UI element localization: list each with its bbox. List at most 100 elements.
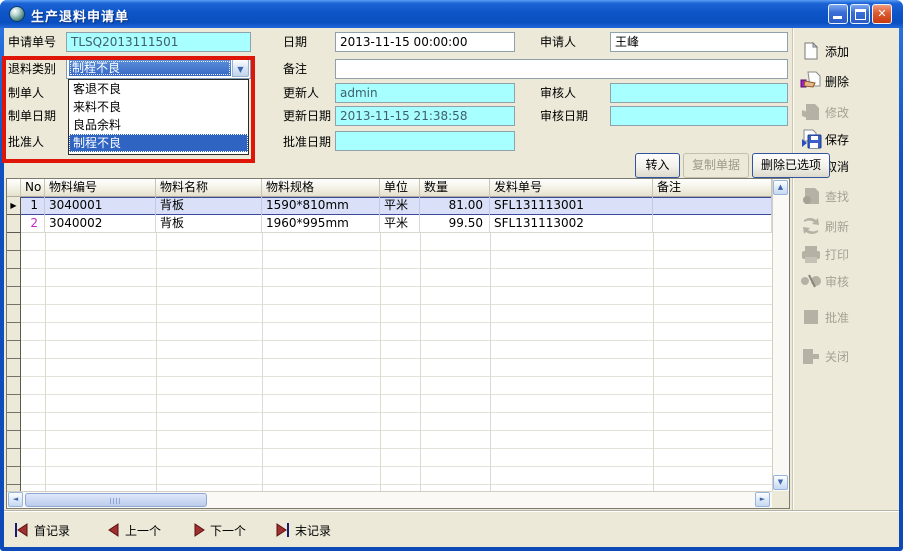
scroll-down-icon: ▼ [778, 478, 783, 486]
table-row-1[interactable]: ▶ 1 3040001 背板 1590*810mm 平米 81.00 SFL13… [7, 197, 772, 215]
sidebar-save-button[interactable]: 保存 [800, 128, 896, 150]
scroll-down-button[interactable]: ▼ [773, 475, 788, 490]
column-header-code[interactable]: 物料编号 [45, 179, 156, 197]
grid-line [262, 233, 263, 491]
scroll-up-button[interactable]: ▲ [773, 180, 788, 195]
column-header-no[interactable]: No [21, 179, 45, 197]
cell-issueno[interactable]: SFL131113002 [490, 215, 653, 233]
scroll-left-icon: ◄ [13, 495, 18, 503]
nav-prev-record-button[interactable]: 上一个 [108, 519, 161, 541]
cell-remark[interactable] [653, 197, 772, 215]
maximize-button[interactable] [850, 4, 870, 24]
cell-unit[interactable]: 平米 [380, 215, 420, 233]
column-header-selector [7, 179, 21, 197]
column-header-issueno[interactable]: 发料单号 [490, 179, 653, 197]
sidebar-save-label: 保存 [825, 131, 849, 148]
sidebar-delete-label: 删除 [825, 73, 849, 90]
prev-record-icon [108, 523, 120, 537]
column-header-spec[interactable]: 物料规格 [262, 179, 380, 197]
nav-next-record-button[interactable]: 下一个 [193, 519, 246, 541]
combo-dropdown-button[interactable]: ▼ [232, 59, 249, 77]
cell-name[interactable]: 背板 [156, 215, 262, 233]
transfer-button[interactable]: 转入 [635, 153, 680, 178]
column-header-qty[interactable]: 数量 [420, 179, 490, 197]
sidebar-print-label: 打印 [825, 246, 849, 263]
close-icon: ✕ [873, 7, 891, 20]
window-controls: ✕ [828, 4, 892, 24]
sidebar-add-label: 添加 [825, 43, 849, 60]
cell-no[interactable]: 1 [21, 197, 45, 215]
title-bar[interactable]: 生产退料申请单 ✕ [0, 0, 903, 28]
make-date-label: 制单日期 [8, 108, 56, 124]
add-document-icon [800, 41, 822, 61]
grid-line [380, 233, 381, 491]
last-record-icon [275, 523, 290, 537]
delete-hand-icon [800, 71, 822, 91]
scroll-left-button[interactable]: ◄ [8, 492, 23, 507]
date-field[interactable]: 2013-11-15 00:00:00 [335, 32, 515, 52]
items-table: No 物料编号 物料名称 物料规格 单位 数量 发料单号 备注 ▶ 1 3040… [6, 178, 790, 509]
delete-selected-button[interactable]: 删除已选项 [752, 153, 830, 178]
updater-field[interactable]: admin [335, 83, 515, 103]
column-header-unit[interactable]: 单位 [380, 179, 420, 197]
vertical-scrollbar[interactable]: ▲ ▼ [772, 179, 789, 491]
sidebar-add-button[interactable]: 添加 [800, 40, 896, 62]
cell-qty[interactable]: 99.50 [420, 215, 490, 233]
cell-code[interactable]: 3040001 [45, 197, 156, 215]
request-no-label: 申请单号 [8, 34, 56, 50]
nav-prev-label: 上一个 [125, 522, 161, 539]
next-record-icon [193, 523, 205, 537]
sidebar-refresh-label: 刷新 [825, 218, 849, 235]
remark-field[interactable] [335, 59, 788, 79]
cell-no[interactable]: 2 [21, 215, 45, 233]
scroll-right-button[interactable]: ► [755, 492, 770, 507]
approver-label: 批准人 [8, 134, 44, 150]
audit-date-field[interactable] [610, 106, 788, 126]
table-row-2[interactable]: 2 3040002 背板 1960*995mm 平米 99.50 SFL1311… [7, 215, 772, 233]
cell-issueno[interactable]: SFL131113001 [490, 197, 653, 215]
column-header-name[interactable]: 物料名称 [156, 179, 262, 197]
dropdown-option-3[interactable]: 良品余料 [69, 116, 248, 134]
nav-first-label: 首记录 [34, 522, 70, 539]
dropdown-option-1[interactable]: 客退不良 [69, 80, 248, 98]
cell-spec[interactable]: 1590*810mm [262, 197, 380, 215]
scroll-right-icon: ► [760, 495, 765, 503]
cell-qty[interactable]: 81.00 [420, 197, 490, 215]
sidebar-delete-button[interactable]: 删除 [800, 70, 896, 92]
empty-selector-column [7, 233, 21, 491]
request-no-field[interactable]: TLSQ2013111501 [66, 32, 251, 52]
cell-code[interactable]: 3040002 [45, 215, 156, 233]
row-pointer-icon: ▶ [7, 197, 21, 215]
return-type-combobox[interactable]: 制程不良 ▼ [66, 57, 251, 79]
sidebar-approve-button: 批准 [800, 306, 896, 328]
grid-line [490, 233, 491, 491]
minimize-button[interactable] [828, 4, 848, 24]
dropdown-option-2[interactable]: 来料不良 [69, 98, 248, 116]
save-floppy-icon [800, 129, 822, 149]
updater-label: 更新人 [283, 85, 319, 101]
approve-date-field[interactable] [335, 131, 515, 151]
nav-first-record-button[interactable]: 首记录 [14, 519, 70, 541]
audit-icon [800, 271, 822, 291]
cell-spec[interactable]: 1960*995mm [262, 215, 380, 233]
column-header-remark[interactable]: 备注 [653, 179, 772, 197]
nav-last-record-button[interactable]: 末记录 [275, 519, 331, 541]
dropdown-option-4-selected[interactable]: 制程不良 [69, 134, 248, 152]
return-type-label: 退料类别 [8, 61, 56, 77]
horizontal-scrollbar[interactable]: ◄ ► [7, 491, 772, 508]
auditor-label: 审核人 [540, 85, 576, 101]
find-icon [800, 186, 822, 206]
cell-unit[interactable]: 平米 [380, 197, 420, 215]
applicant-field[interactable]: 王峰 [610, 32, 788, 52]
row-selector[interactable] [7, 215, 21, 233]
sidebar-print-button: 打印 [800, 243, 896, 265]
update-date-field[interactable]: 2013-11-15 21:38:58 [335, 106, 515, 126]
return-type-selected-value: 制程不良 [69, 60, 231, 76]
auditor-field[interactable] [610, 83, 788, 103]
app-sphere-icon [9, 6, 25, 22]
cell-name[interactable]: 背板 [156, 197, 262, 215]
horizontal-scroll-thumb[interactable] [25, 493, 207, 507]
cell-remark[interactable] [653, 215, 772, 233]
close-button[interactable]: ✕ [872, 4, 892, 24]
sidebar-approve-label: 批准 [825, 309, 849, 326]
